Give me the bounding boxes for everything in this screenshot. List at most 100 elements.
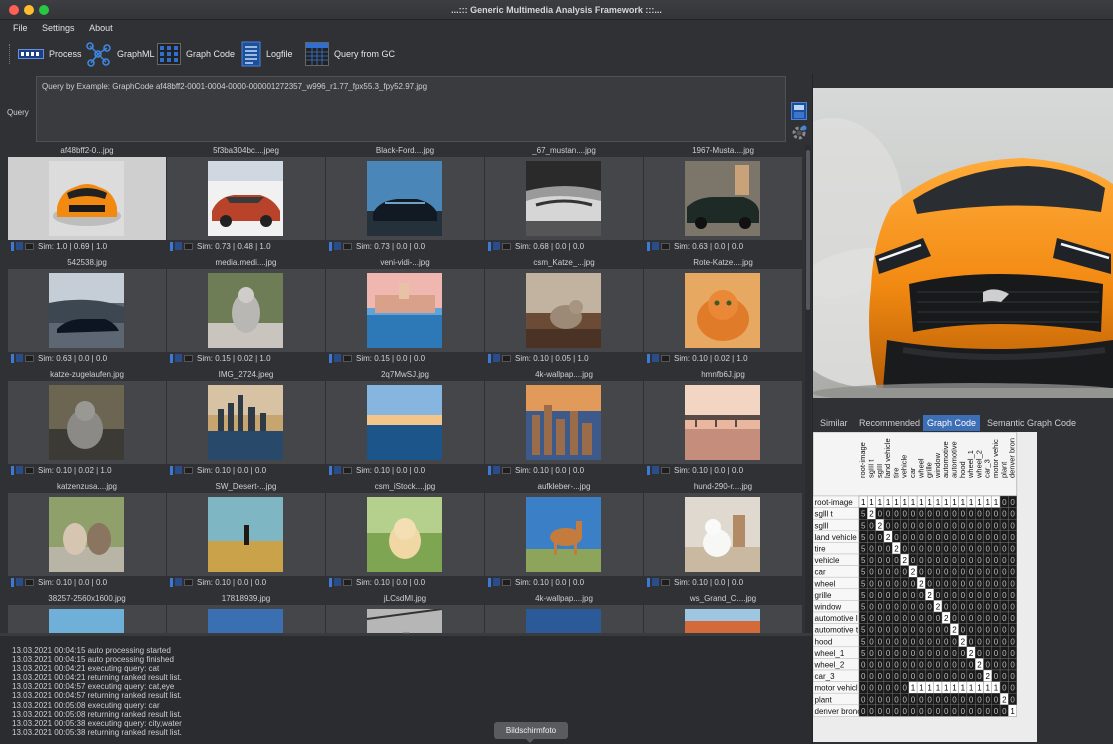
result-cell[interactable]: SW_Desert-...jpg Sim: 0.10 | 0.0 | 0.0 xyxy=(167,481,325,593)
result-thumbnail-frame[interactable] xyxy=(326,269,484,352)
select-checkbox[interactable] xyxy=(25,467,34,474)
select-checkbox[interactable] xyxy=(661,467,670,474)
result-cell[interactable]: 4k-wallpap....jpg Sim: 0.10 | 0.0 | 0.0 xyxy=(485,369,643,481)
result-thumbnail-frame[interactable] xyxy=(485,269,643,352)
feedback-icon[interactable] xyxy=(334,578,341,586)
graphml-button[interactable]: GraphML xyxy=(84,36,155,72)
select-checkbox[interactable] xyxy=(661,579,670,586)
result-thumbnail[interactable] xyxy=(685,385,760,460)
result-thumbnail[interactable] xyxy=(526,161,601,236)
menu-file[interactable]: File xyxy=(13,23,28,33)
select-checkbox[interactable] xyxy=(184,579,193,586)
select-checkbox[interactable] xyxy=(661,243,670,250)
result-thumbnail-frame[interactable] xyxy=(167,493,325,576)
result-cell[interactable]: af48bff2-0...jpg Sim: 1.0 | 0.69 | 1.0 xyxy=(8,145,166,257)
result-thumbnail-frame[interactable] xyxy=(326,157,484,240)
result-thumbnail-frame[interactable] xyxy=(644,269,802,352)
result-thumbnail-frame[interactable] xyxy=(8,157,166,240)
result-thumbnail-frame[interactable] xyxy=(8,605,166,633)
result-thumbnail[interactable] xyxy=(526,273,601,348)
logfile-button[interactable]: Logfile xyxy=(241,36,293,72)
result-cell[interactable]: katzenzusa....jpg Sim: 0.10 | 0.0 | 0.0 xyxy=(8,481,166,593)
select-checkbox[interactable] xyxy=(184,467,193,474)
feedback-icon[interactable] xyxy=(493,578,500,586)
result-thumbnail[interactable] xyxy=(367,497,442,572)
feedback-icon[interactable] xyxy=(16,578,23,586)
select-checkbox[interactable] xyxy=(502,579,511,586)
feedback-icon[interactable] xyxy=(334,466,341,474)
result-thumbnail-frame[interactable] xyxy=(485,605,643,633)
result-cell[interactable]: media.medi....jpg Sim: 0.15 | 0.02 | 1.0 xyxy=(167,257,325,369)
feedback-icon[interactable] xyxy=(652,354,659,362)
select-checkbox[interactable] xyxy=(343,243,352,250)
select-checkbox[interactable] xyxy=(502,467,511,474)
feedback-icon[interactable] xyxy=(652,242,659,250)
result-thumbnail-frame[interactable] xyxy=(644,493,802,576)
result-thumbnail[interactable] xyxy=(49,273,124,348)
results-scroll-thumb[interactable] xyxy=(806,150,810,310)
result-thumbnail[interactable] xyxy=(685,273,760,348)
result-thumbnail-frame[interactable] xyxy=(326,605,484,633)
result-thumbnail-frame[interactable] xyxy=(167,269,325,352)
feedback-icon[interactable] xyxy=(16,354,23,362)
result-cell[interactable]: IMG_2724.jpeg Sim: 0.10 | 0.0 | 0.0 xyxy=(167,369,325,481)
result-thumbnail[interactable] xyxy=(208,497,283,572)
result-thumbnail[interactable] xyxy=(685,497,760,572)
select-checkbox[interactable] xyxy=(184,355,193,362)
result-cell[interactable]: hmnfb6J.jpg Sim: 0.10 | 0.0 | 0.0 xyxy=(644,369,802,481)
graph-code-button[interactable]: Graph Code xyxy=(157,36,235,72)
result-thumbnail[interactable] xyxy=(49,385,124,460)
feedback-icon[interactable] xyxy=(652,466,659,474)
result-cell[interactable]: 1967-Musta....jpg Sim: 0.63 | 0.0 | 0.0 xyxy=(644,145,802,257)
feedback-icon[interactable] xyxy=(334,354,341,362)
select-checkbox[interactable] xyxy=(502,355,511,362)
result-cell[interactable]: ws_Grand_C....jpg xyxy=(644,593,802,633)
result-thumbnail-frame[interactable] xyxy=(644,381,802,464)
query-text-box[interactable]: Query by Example: GraphCode af48bff2-000… xyxy=(36,76,786,142)
result-cell[interactable]: Rote-Katze....jpg Sim: 0.10 | 0.02 | 1.0 xyxy=(644,257,802,369)
result-thumbnail[interactable] xyxy=(526,497,601,572)
result-cell[interactable]: jLCsdMI.jpg xyxy=(326,593,484,633)
feedback-icon[interactable] xyxy=(493,242,500,250)
result-thumbnail[interactable] xyxy=(526,609,601,633)
feedback-icon[interactable] xyxy=(652,578,659,586)
select-checkbox[interactable] xyxy=(25,355,34,362)
tab-graph-code[interactable]: Graph Code xyxy=(923,415,981,431)
result-cell[interactable]: 38257-2560x1600.jpg xyxy=(8,593,166,633)
result-thumbnail-frame[interactable] xyxy=(485,157,643,240)
result-thumbnail-frame[interactable] xyxy=(8,381,166,464)
result-thumbnail[interactable] xyxy=(208,273,283,348)
gear-icon[interactable] xyxy=(790,124,808,142)
feedback-icon[interactable] xyxy=(175,354,182,362)
feedback-icon[interactable] xyxy=(334,242,341,250)
feedback-icon[interactable] xyxy=(175,578,182,586)
result-cell[interactable]: 5f3ba304bc....jpeg Sim: 0.73 | 0.48 | 1.0 xyxy=(167,145,325,257)
select-checkbox[interactable] xyxy=(502,243,511,250)
result-cell[interactable]: _67_mustan....jpg Sim: 0.68 | 0.0 | 0.0 xyxy=(485,145,643,257)
result-thumbnail[interactable] xyxy=(526,385,601,460)
feedback-icon[interactable] xyxy=(16,242,23,250)
tab-semantic-graph-code[interactable]: Semantic Graph Code xyxy=(983,415,1080,431)
toolbar-grip[interactable] xyxy=(9,44,11,64)
result-cell[interactable]: 542538.jpg Sim: 0.63 | 0.0 | 0.0 xyxy=(8,257,166,369)
result-thumbnail-frame[interactable] xyxy=(167,157,325,240)
result-thumbnail[interactable] xyxy=(49,497,124,572)
result-thumbnail[interactable] xyxy=(208,161,283,236)
menu-about[interactable]: About xyxy=(89,23,113,33)
menu-settings[interactable]: Settings xyxy=(42,23,75,33)
result-thumbnail-frame[interactable] xyxy=(167,381,325,464)
query-from-gc-button[interactable]: Query from GC xyxy=(305,36,395,72)
result-thumbnail-frame[interactable] xyxy=(8,269,166,352)
result-thumbnail[interactable] xyxy=(208,609,283,633)
save-query-icon[interactable] xyxy=(791,102,807,120)
select-checkbox[interactable] xyxy=(25,243,34,250)
select-checkbox[interactable] xyxy=(25,579,34,586)
result-thumbnail[interactable] xyxy=(49,161,124,236)
select-checkbox[interactable] xyxy=(184,243,193,250)
feedback-icon[interactable] xyxy=(493,354,500,362)
result-thumbnail[interactable] xyxy=(49,609,124,633)
result-thumbnail[interactable] xyxy=(367,273,442,348)
feedback-icon[interactable] xyxy=(175,242,182,250)
select-checkbox[interactable] xyxy=(661,355,670,362)
result-cell[interactable]: csm_Katze_...jpg Sim: 0.10 | 0.05 | 1.0 xyxy=(485,257,643,369)
